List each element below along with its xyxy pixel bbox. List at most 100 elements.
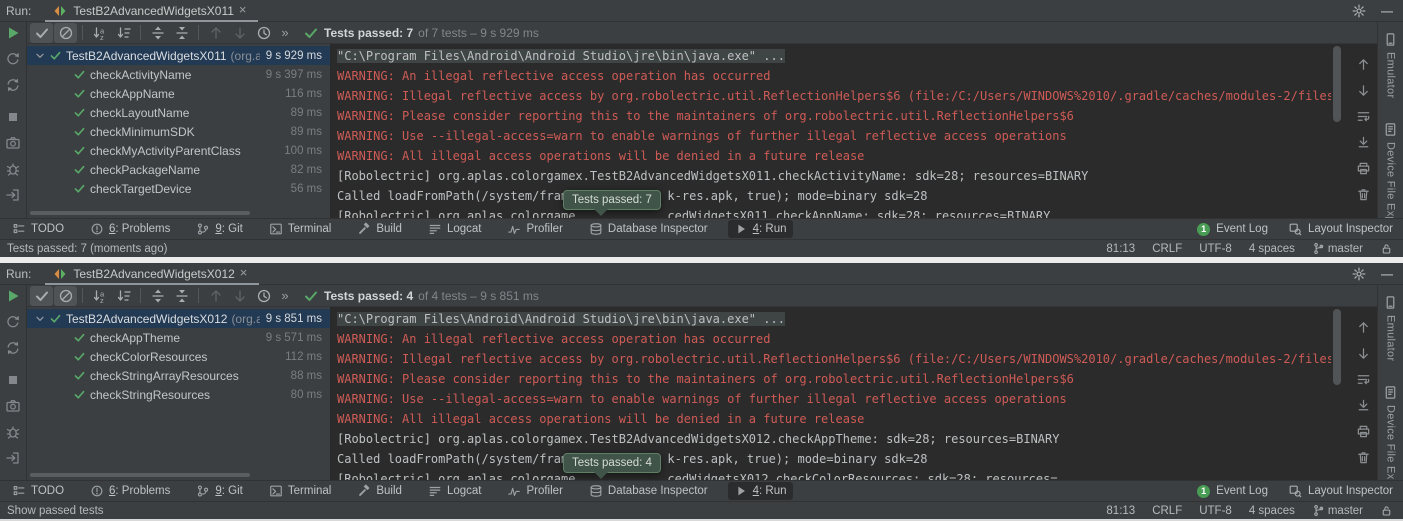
tool-strip-button-device-file-explorer[interactable]: Device File Explorer [1383, 385, 1398, 480]
arrow-down-button[interactable] [228, 286, 251, 306]
test-method-row[interactable]: checkColorResources112 ms [27, 347, 330, 366]
tool-window-button-logcat[interactable]: Logcat [422, 220, 488, 238]
bug-icon[interactable] [5, 424, 21, 440]
sort-time-button[interactable] [112, 23, 135, 43]
soft-wrap-icon[interactable] [1356, 109, 1371, 124]
test-method-row[interactable]: checkMinimumSDK89 ms [27, 122, 330, 141]
clock-button[interactable] [252, 286, 275, 306]
test-method-row[interactable]: checkActivityName9 s 397 ms [27, 65, 330, 84]
import-tests-icon[interactable] [5, 187, 21, 203]
test-method-row[interactable]: checkTargetDevice56 ms [27, 179, 330, 198]
tool-window-button-event-log[interactable]: 1Event Log [1197, 223, 1268, 236]
slash-circle-button[interactable] [54, 23, 77, 43]
tool-strip-button-emulator[interactable]: Emulator [1383, 295, 1398, 361]
arrow-up-button[interactable] [204, 286, 227, 306]
arrow-down-icon[interactable] [1356, 83, 1371, 98]
chev-down-icon[interactable] [33, 49, 47, 63]
tool-window-button-todo[interactable]: TODO [6, 482, 70, 500]
play-icon[interactable] [5, 288, 21, 304]
status-indent-size[interactable]: 4 spaces [1249, 505, 1295, 517]
clock-button[interactable] [252, 23, 275, 43]
gear-icon[interactable] [1351, 3, 1367, 19]
soft-wrap-icon[interactable] [1356, 372, 1371, 387]
status-encoding[interactable]: UTF-8 [1199, 505, 1232, 517]
collapse-all-button[interactable] [170, 286, 193, 306]
tool-window-button-profiler[interactable]: Profiler [501, 220, 568, 238]
tree-scrollbar-thumb[interactable] [30, 211, 250, 215]
tool-window-button-logcat[interactable]: Logcat [422, 482, 488, 500]
test-method-row[interactable]: checkMyActivityParentClass100 ms [27, 141, 330, 160]
arrow-down-button[interactable] [228, 23, 251, 43]
status-caret-position[interactable]: 81:13 [1106, 243, 1135, 255]
tool-window-button-layout-inspector[interactable]: Layout Inspector [1288, 222, 1393, 236]
camera-icon[interactable] [5, 398, 21, 414]
arrow-up-icon[interactable] [1356, 320, 1371, 335]
play-icon[interactable] [5, 25, 21, 41]
more-button[interactable]: » [276, 286, 294, 306]
rerun-failed-icon[interactable] [5, 77, 21, 93]
test-method-row[interactable]: checkStringArrayResources88 ms [27, 366, 330, 385]
expand-all-button[interactable] [146, 286, 169, 306]
check-button[interactable] [30, 286, 53, 306]
tool-window-button-build[interactable]: Build [351, 482, 408, 500]
console-scrollbar-thumb[interactable] [1333, 46, 1341, 122]
run-config-tab[interactable]: TestB2AdvancedWidgetsX012 × [45, 263, 258, 285]
status-encoding[interactable]: UTF-8 [1199, 243, 1232, 255]
chev-down-icon[interactable] [33, 312, 47, 326]
status-indent-size[interactable]: 4 spaces [1249, 243, 1295, 255]
arrow-up-icon[interactable] [1356, 57, 1371, 72]
tool-window-button-problems[interactable]: 6: Problems [84, 220, 176, 238]
test-suite-row[interactable]: TestB2AdvancedWidgetsX011(org.a9 s 929 m… [27, 46, 330, 65]
slash-circle-button[interactable] [54, 286, 77, 306]
tool-window-button-build[interactable]: Build [351, 220, 408, 238]
test-method-row[interactable]: checkAppTheme9 s 571 ms [27, 328, 330, 347]
close-tab-icon[interactable]: × [240, 267, 252, 281]
gear-icon[interactable] [1351, 266, 1367, 282]
tool-window-button-profiler[interactable]: Profiler [501, 482, 568, 500]
git-branch-widget[interactable]: master [1312, 242, 1363, 255]
console-output[interactable]: "C:\Program Files\Android\Android Studio… [331, 307, 1377, 480]
tool-window-button-git[interactable]: 9: Git [190, 482, 249, 500]
console-output[interactable]: "C:\Program Files\Android\Android Studio… [331, 44, 1377, 218]
rerun-icon[interactable] [5, 51, 21, 67]
expand-all-button[interactable] [146, 23, 169, 43]
tool-window-button-git[interactable]: 9: Git [190, 220, 249, 238]
test-method-row[interactable]: checkStringResources80 ms [27, 385, 330, 404]
tree-scrollbar-thumb[interactable] [30, 473, 250, 477]
scroll-end-icon[interactable] [1356, 398, 1371, 413]
test-method-row[interactable]: checkAppName116 ms [27, 84, 330, 103]
tool-window-button-run[interactable]: 4: Run [728, 482, 793, 500]
tool-window-button-run[interactable]: 4: Run [728, 220, 793, 238]
test-method-row[interactable]: checkLayoutName89 ms [27, 103, 330, 122]
hide-tool-window-icon[interactable]: — [1381, 4, 1393, 18]
stop-icon[interactable] [5, 109, 21, 125]
test-suite-row[interactable]: TestB2AdvancedWidgetsX012(org.a9 s 851 m… [27, 309, 330, 328]
stop-icon[interactable] [5, 372, 21, 388]
trash-icon[interactable] [1356, 450, 1371, 465]
check-button[interactable] [30, 23, 53, 43]
tool-window-button-event-log[interactable]: 1Event Log [1197, 485, 1268, 498]
bug-icon[interactable] [5, 161, 21, 177]
status-line-ending[interactable]: CRLF [1152, 243, 1182, 255]
collapse-all-button[interactable] [170, 23, 193, 43]
rerun-failed-icon[interactable] [5, 340, 21, 356]
tool-window-button-problems[interactable]: 6: Problems [84, 482, 176, 500]
rerun-icon[interactable] [5, 314, 21, 330]
more-button[interactable]: » [276, 23, 294, 43]
printer-icon[interactable] [1356, 424, 1371, 439]
tool-strip-button-device-file-explorer[interactable]: Device File Explorer [1383, 122, 1398, 218]
hide-tool-window-icon[interactable]: — [1381, 267, 1393, 281]
import-tests-icon[interactable] [5, 450, 21, 466]
close-tab-icon[interactable]: × [239, 4, 251, 18]
sort-alpha-button[interactable]: az [88, 23, 111, 43]
arrow-up-button[interactable] [204, 23, 227, 43]
sort-alpha-button[interactable]: az [88, 286, 111, 306]
scroll-end-icon[interactable] [1356, 135, 1371, 150]
git-branch-widget[interactable]: master [1312, 504, 1363, 517]
arrow-down-icon[interactable] [1356, 346, 1371, 361]
tool-strip-button-emulator[interactable]: Emulator [1383, 32, 1398, 98]
camera-icon[interactable] [5, 135, 21, 151]
sort-time-button[interactable] [112, 286, 135, 306]
run-config-tab[interactable]: TestB2AdvancedWidgetsX011 × [45, 0, 258, 22]
printer-icon[interactable] [1356, 161, 1371, 176]
